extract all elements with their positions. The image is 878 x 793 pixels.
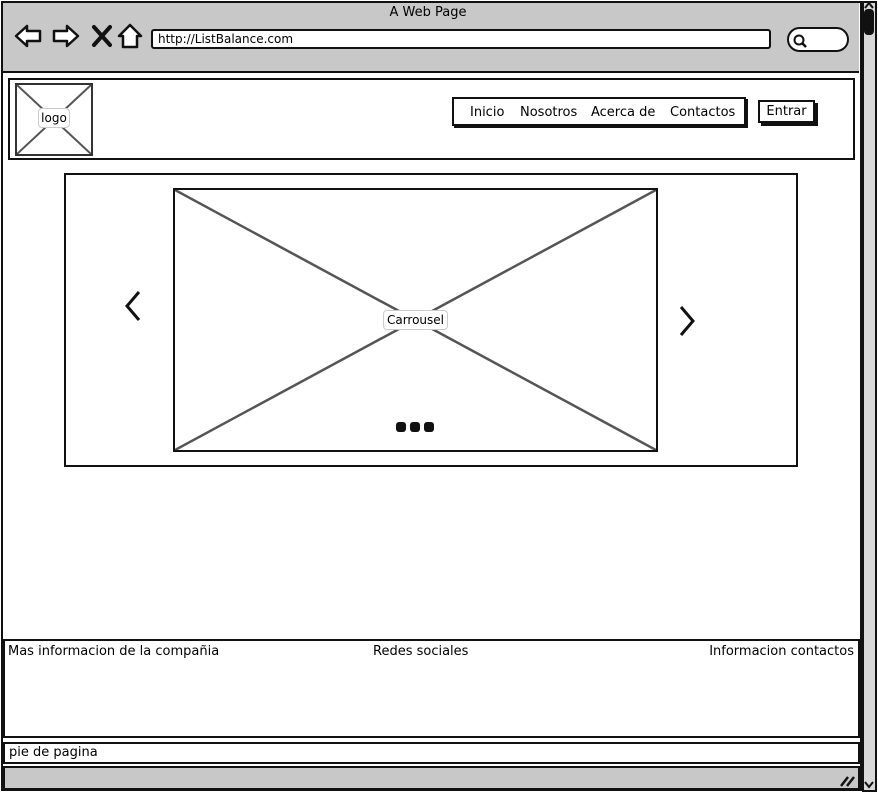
carousel-indicator[interactable] (410, 422, 420, 432)
nav-item-contactos[interactable]: Contactos (670, 105, 735, 120)
carousel-label: Carrousel (383, 310, 448, 330)
resize-grip-icon[interactable] (838, 772, 856, 788)
search-icon (793, 34, 807, 48)
footer-company-info: Mas informacion de la compañia (8, 644, 220, 659)
chevron-left-icon[interactable] (122, 289, 144, 323)
login-button[interactable]: Entrar (758, 100, 815, 123)
window-title: A Web Page (389, 5, 467, 20)
scrollbar-thumb[interactable] (864, 9, 874, 35)
vertical-scrollbar[interactable] (862, 1, 877, 792)
nav-item-acerca-de[interactable]: Acerca de (591, 105, 655, 120)
chevron-right-icon[interactable] (676, 304, 698, 338)
url-bar[interactable]: http://ListBalance.com (151, 29, 771, 49)
footer-contact-info: Informacion contactos (709, 644, 854, 659)
page-footer-bar: pie de pagina (3, 742, 860, 764)
carousel-indicator[interactable] (396, 422, 406, 432)
nav-item-inicio[interactable]: Inicio (470, 105, 504, 120)
close-x-icon[interactable] (88, 22, 116, 50)
carousel-indicator[interactable] (424, 422, 434, 432)
nav-menu: Inicio Nosotros Acerca de Contactos (452, 97, 746, 126)
back-arrow-icon[interactable] (14, 22, 42, 50)
scroll-down-icon[interactable] (864, 781, 874, 789)
footer-social-links: Redes sociales (373, 644, 469, 659)
search-field[interactable] (787, 27, 849, 52)
scroll-up-icon[interactable] (864, 2, 874, 9)
logo-label: logo (38, 108, 70, 128)
home-icon[interactable] (116, 22, 144, 50)
nav-item-nosotros[interactable]: Nosotros (520, 105, 577, 120)
browser-status-bar (3, 766, 860, 790)
forward-arrow-icon[interactable] (52, 22, 80, 50)
